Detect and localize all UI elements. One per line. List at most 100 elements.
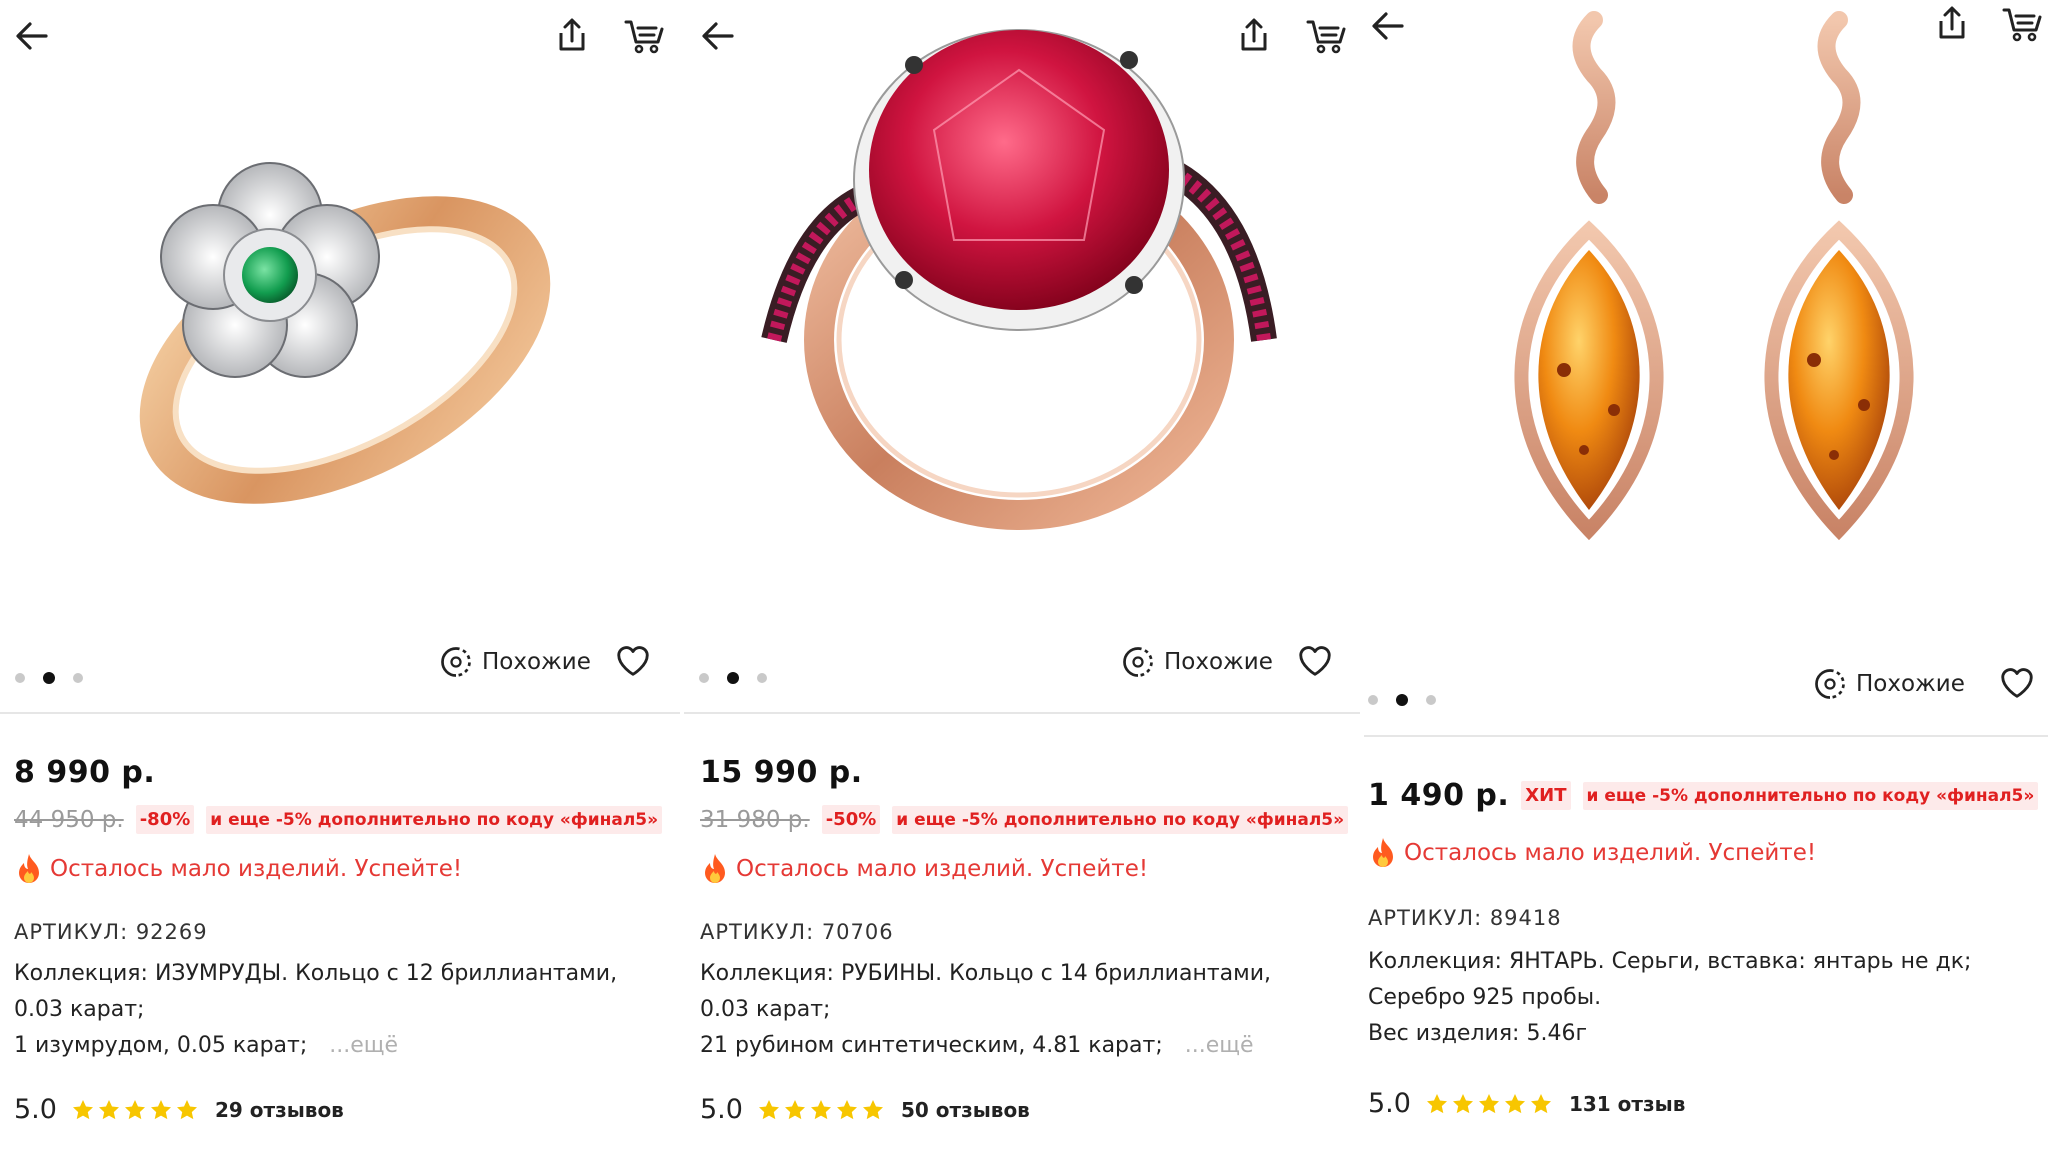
price: 1 490 р. [1368,778,1510,813]
slide-dot[interactable] [73,673,83,683]
promo-code-badge: и еще -5% дополнительно по коду «финал5» [1582,781,2039,810]
price-row: 1 490 р. ХИТ и еще -5% дополнительно по … [1368,778,2039,813]
product-panel-3: Похожие 1 490 р. ХИТ и еще -5% дополните… [1364,0,2048,1152]
price: 8 990 р. [14,755,156,790]
cart-icon [1304,16,1348,56]
similar-button[interactable]: Похожие [1118,644,1273,680]
description-line: 21 рубином синтетическим, 4.81 карат; [700,1033,1163,1058]
promo-row: 44 950 р. -80% и еще -5% дополнительно п… [14,805,663,834]
slide-dot-active[interactable] [43,672,55,684]
product-panel-1: Похожие 8 990 р. 44 950 р. -80% и еще -5… [0,0,680,1152]
share-button[interactable] [552,16,592,56]
star-icon [175,1098,199,1122]
description-line: Коллекция: РУБИНЫ. Кольцо с 14 бриллиант… [700,961,1272,986]
slide-dot[interactable] [699,673,709,683]
rating-value: 5.0 [1368,1088,1411,1119]
description-line: Вес изделия: 5.46г [1368,1021,1588,1046]
reviews-link[interactable]: 50 отзывов [901,1098,1030,1122]
divider [0,712,680,714]
description-line: 1 изумрудом, 0.05 карат; [14,1033,308,1058]
promo-code-badge: и еще -5% дополнительно по коду «финал5» [892,805,1349,834]
product-image-ruby-ring[interactable] [744,10,1294,540]
more-link[interactable]: ...ещё [329,1033,398,1058]
heart-icon[interactable] [1998,664,2036,702]
reviews-link[interactable]: 131 отзыв [1569,1092,1685,1116]
discount-badge: -80% [135,805,195,834]
sku: АРТИКУЛ: 89418 [1368,906,1562,930]
discount-badge: -50% [821,805,881,834]
stock-warning-text: Осталось мало изделий. Успейте! [50,856,463,882]
star-icon [861,1098,885,1122]
cart-button[interactable] [1304,16,1348,56]
arrow-left-icon [698,16,738,56]
star-icon [1425,1092,1449,1116]
similar-button[interactable]: Похожие [1810,666,1965,702]
star-rating [1425,1092,1553,1116]
slide-dot-active[interactable] [727,672,739,684]
slide-dot[interactable] [757,673,767,683]
star-icon [783,1098,807,1122]
description-line: Коллекция: ЯНТАРЬ. Серьги, вставка: янта… [1368,949,1972,974]
star-icon [835,1098,859,1122]
cart-icon [2000,4,2044,44]
star-icon [1451,1092,1475,1116]
slide-indicator[interactable] [1368,694,1436,706]
rating-row[interactable]: 5.0 131 отзыв [1368,1088,1685,1119]
more-link[interactable]: ...ещё [1185,1033,1254,1058]
rating-value: 5.0 [14,1094,57,1125]
old-price: 44 950 р. [14,806,124,833]
back-button[interactable] [698,16,738,56]
cart-icon [622,16,666,56]
similar-icon [1810,666,1850,702]
old-price: 31 980 р. [700,806,810,833]
similar-icon [1118,644,1158,680]
similar-label: Похожие [482,649,591,675]
description-line: Серебро 925 пробы. [1368,985,1602,1010]
product-image-amber-earrings[interactable] [1464,10,1964,550]
stock-warning-text: Осталось мало изделий. Успейте! [1404,840,1817,866]
product-image-emerald-ring[interactable] [80,100,610,540]
stock-warning: Осталось мало изделий. Успейте! [1368,836,1816,870]
description: Коллекция: ЯНТАРЬ. Серьги, вставка: янта… [1368,944,1971,1052]
slide-dot[interactable] [1426,695,1436,705]
back-button[interactable] [12,16,52,56]
cart-button[interactable] [622,16,666,56]
back-button[interactable] [1368,6,1408,46]
description: Коллекция: РУБИНЫ. Кольцо с 14 бриллиант… [700,956,1271,1064]
sku: АРТИКУЛ: 92269 [14,920,208,944]
cart-button[interactable] [2000,4,2044,44]
description-line: Коллекция: ИЗУМРУДЫ. Кольцо с 12 бриллиа… [14,961,618,986]
star-icon [123,1098,147,1122]
similar-button[interactable]: Похожие [436,644,591,680]
star-icon [71,1098,95,1122]
heart-icon[interactable] [614,642,652,680]
divider [684,712,1360,714]
product-panel-2: Похожие 15 990 р. 31 980 р. -50% и еще -… [684,0,1360,1152]
divider [1364,735,2048,737]
star-rating [71,1098,199,1122]
slide-dot[interactable] [1368,695,1378,705]
arrow-left-icon [12,16,52,56]
description: Коллекция: ИЗУМРУДЫ. Кольцо с 12 бриллиа… [14,956,617,1064]
heart-icon[interactable] [1296,642,1334,680]
sku: АРТИКУЛ: 70706 [700,920,894,944]
arrow-left-icon [1368,6,1408,46]
similar-label: Похожие [1856,671,1965,697]
rating-row[interactable]: 5.0 29 отзывов [14,1094,344,1125]
slide-indicator[interactable] [15,672,83,684]
star-icon [1503,1092,1527,1116]
rating-value: 5.0 [700,1094,743,1125]
stock-warning: Осталось мало изделий. Успейте! [700,852,1148,886]
slide-dot-active[interactable] [1396,694,1408,706]
star-icon [757,1098,781,1122]
slide-dot[interactable] [15,673,25,683]
similar-icon [436,644,476,680]
rating-row[interactable]: 5.0 50 отзывов [700,1094,1030,1125]
reviews-link[interactable]: 29 отзывов [215,1098,344,1122]
promo-code-badge: и еще -5% дополнительно по коду «финал5» [206,805,663,834]
hit-badge: ХИТ [1521,781,1571,810]
slide-indicator[interactable] [699,672,767,684]
star-icon [809,1098,833,1122]
stock-warning: Осталось мало изделий. Успейте! [14,852,462,886]
price: 15 990 р. [700,755,863,790]
